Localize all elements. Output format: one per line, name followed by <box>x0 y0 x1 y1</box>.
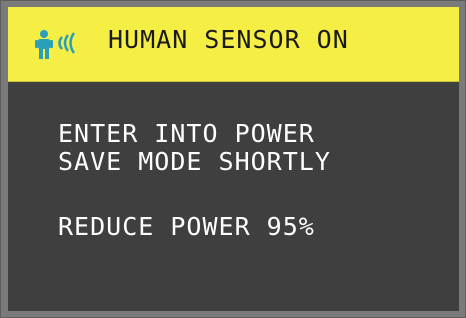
banner-title: HUMAN SENSOR ON <box>108 25 349 54</box>
status-banner: HUMAN SENSOR ON <box>8 7 459 82</box>
osd-window: HUMAN SENSOR ON ENTER INTO POWER SAVE MO… <box>0 0 466 318</box>
human-sensor-icon <box>35 30 76 59</box>
message-line-2: SAVE MODE SHORTLY <box>58 147 331 176</box>
message-line-1: ENTER INTO POWER <box>58 119 315 148</box>
message-line-3: REDUCE POWER 95% <box>58 212 315 241</box>
osd-panel: HUMAN SENSOR ON ENTER INTO POWER SAVE MO… <box>8 7 459 311</box>
